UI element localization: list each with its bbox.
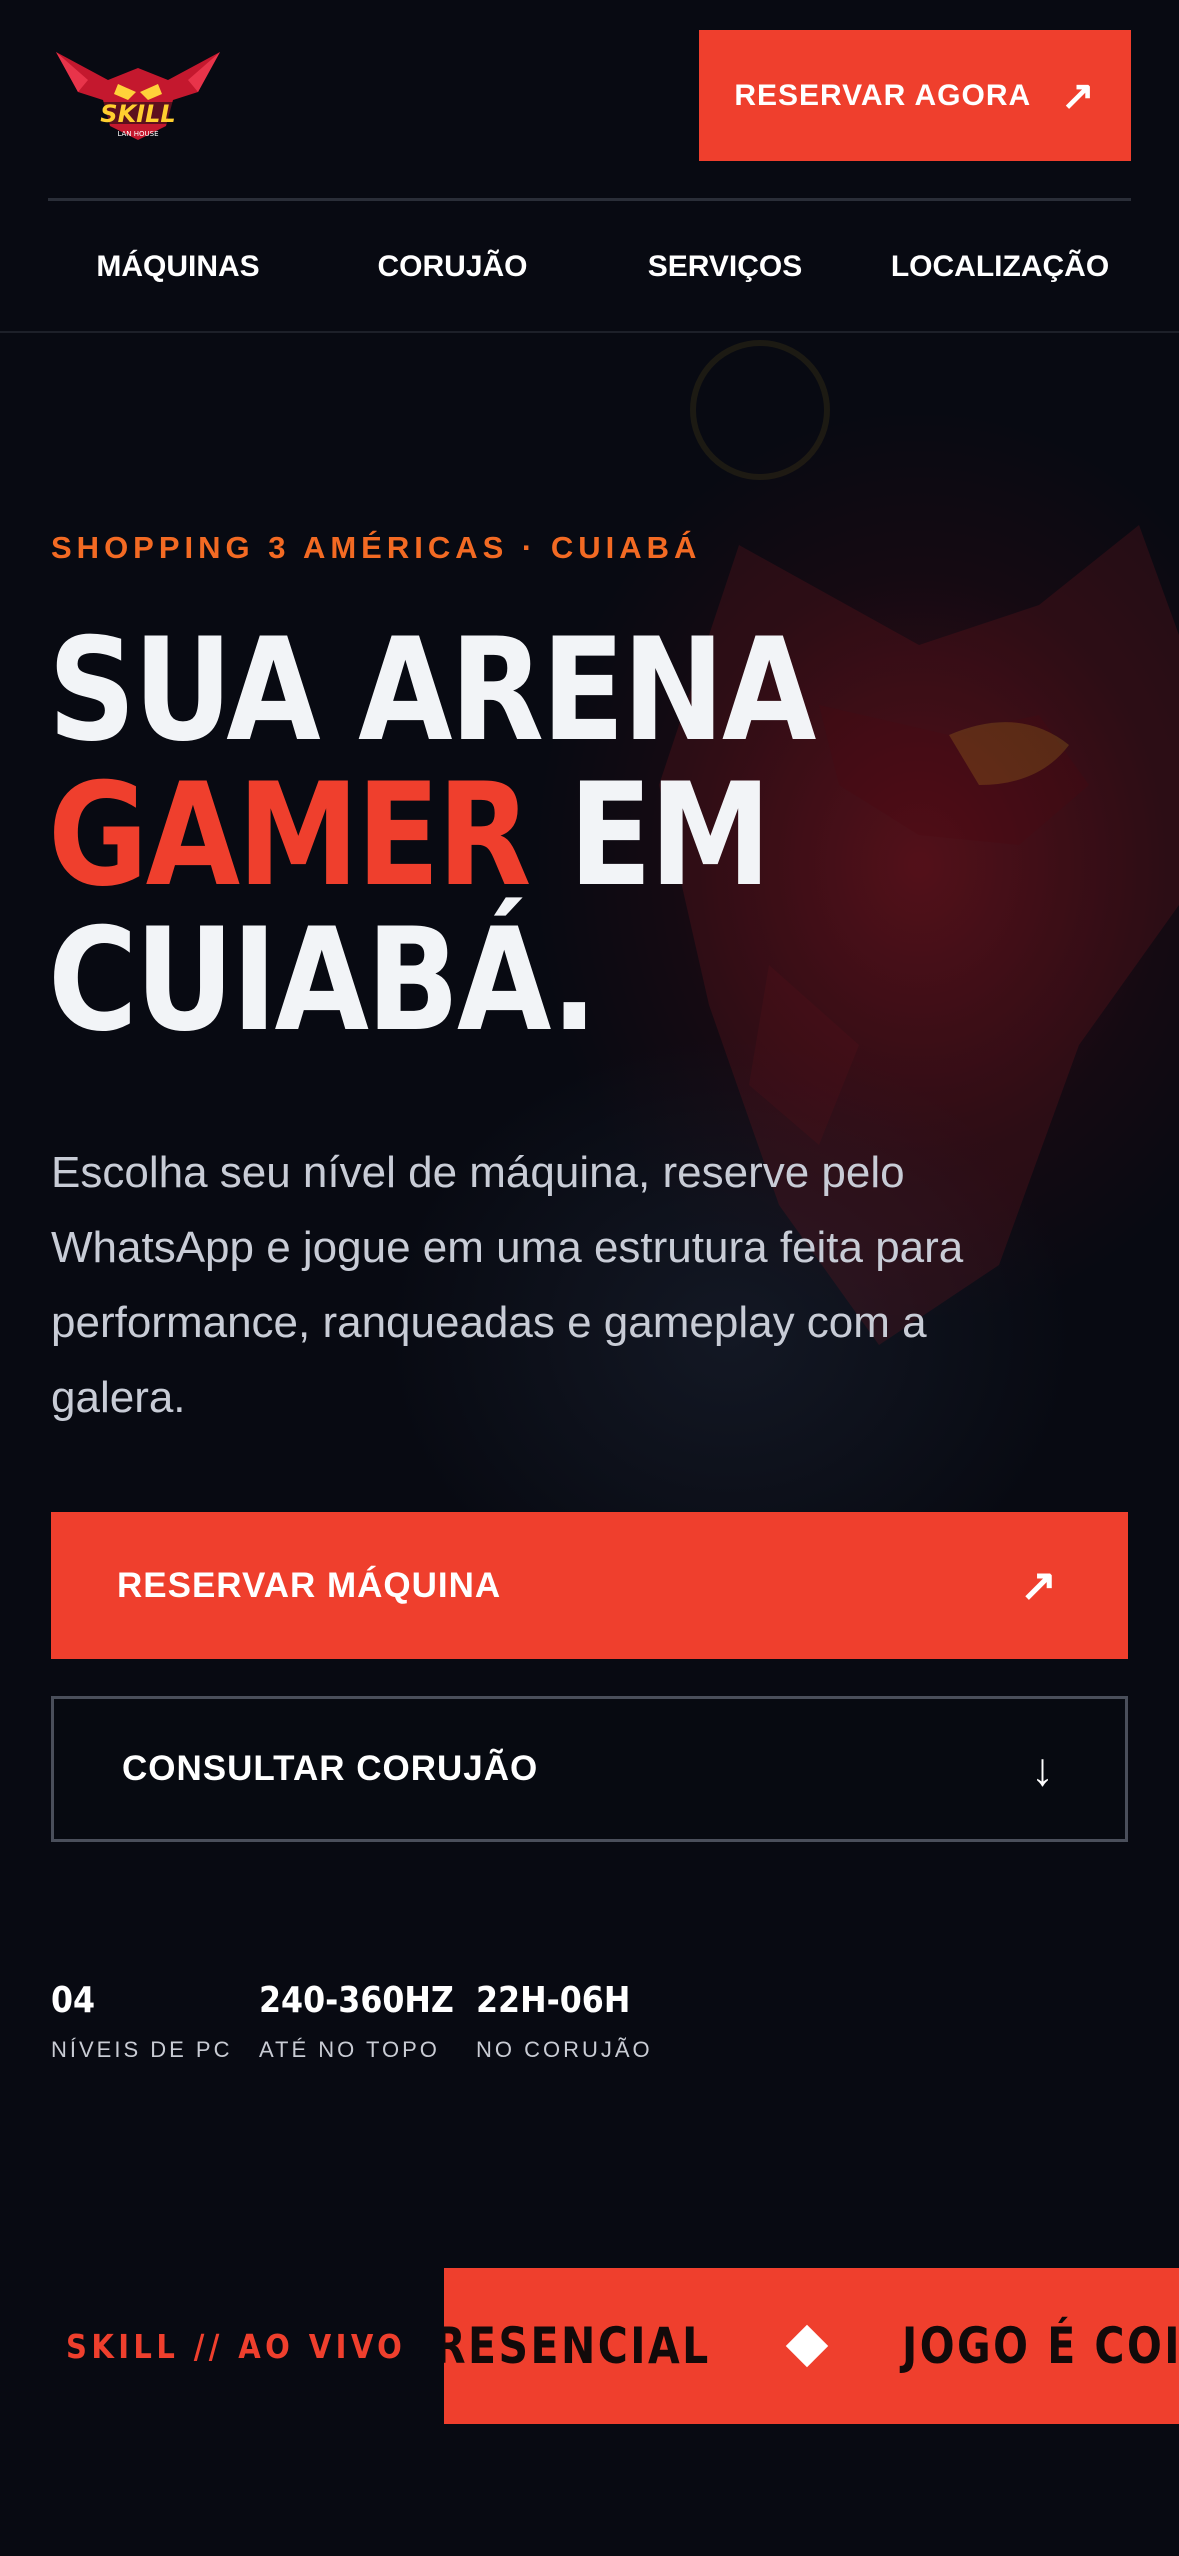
arrow-down-icon: ↓ [1031, 1743, 1055, 1795]
reserve-now-button[interactable]: RESERVAR AGORA ↗ [699, 30, 1131, 161]
main-nav: MÁQUINAS CORUJÃO SERVIÇOS LOCALIZAÇÃO [0, 201, 1179, 333]
stat-value: 22H-06H [476, 1980, 631, 2021]
stat-label: NO CORUJÃO [476, 2037, 653, 2062]
svg-text:LAN HOUSE: LAN HOUSE [117, 130, 158, 138]
headline-line-3: CUIABÁ. [48, 898, 598, 1063]
stat-label: ATÉ NO TOPO [259, 2037, 440, 2062]
ticker-band: RESENCIAL JOGO É COISA [444, 2268, 1179, 2424]
stat-label: NÍVEIS DE PC [51, 2037, 233, 2062]
hero-description: Escolha seu nível de máquina, reserve pe… [51, 1148, 964, 1422]
stat-pc-levels: 04 NÍVEIS DE PC [51, 1980, 232, 2063]
ticker-item: RESENCIAL [444, 2317, 711, 2375]
headline-line-1: SUA ARENA [48, 608, 816, 773]
check-corujao-button[interactable]: CONSULTAR CORUJÃO ↓ [51, 1696, 1128, 1842]
nav-item-corujao[interactable]: CORUJÃO [330, 201, 575, 333]
nav-item-servicos[interactable]: SERVIÇOS [600, 201, 850, 333]
stat-value: 240-360HZ [259, 1980, 454, 2021]
nav-item-maquinas[interactable]: MÁQUINAS [48, 201, 308, 333]
hero-headline: SUA ARENA GAMER EM CUIABÁ. [48, 618, 908, 1053]
arrow-up-right-icon: ↗ [1061, 73, 1096, 118]
diamond-icon [785, 2324, 828, 2368]
skill-logo[interactable]: SKILL LAN HOUSE [48, 40, 228, 150]
reserve-now-label: RESERVAR AGORA [734, 78, 1032, 112]
background-badge [690, 340, 830, 480]
check-corujao-label: CONSULTAR CORUJÃO [122, 1749, 539, 1788]
headline-line-2-rest: EM [528, 753, 771, 918]
ticker-item: JOGO É COISA [901, 2317, 1179, 2375]
stat-value: 04 [51, 1980, 96, 2021]
arrow-up-right-icon: ↗ [1020, 1561, 1058, 1610]
headline-accent: GAMER [48, 753, 531, 918]
stat-refresh-rate: 240-360HZ ATÉ NO TOPO [259, 1980, 480, 2063]
live-ticker: SKILL // AO VIVO RESENCIAL JOGO É COISA [0, 2268, 1179, 2424]
reserve-machine-button[interactable]: RESERVAR MÁQUINA ↗ [51, 1512, 1128, 1659]
nav-item-localizacao[interactable]: LOCALIZAÇÃO [870, 201, 1130, 333]
hero-kicker: SHOPPING 3 AMÉRICAS · CUIABÁ [51, 530, 702, 565]
header: SKILL LAN HOUSE RESERVAR AGORA ↗ [0, 0, 1179, 198]
owl-logo-icon: SKILL LAN HOUSE [56, 52, 220, 140]
headline-line-2: GAMER EM [48, 763, 908, 908]
stat-corujao-hours: 22H-06H NO CORUJÃO [476, 1980, 653, 2063]
ticker-label: SKILL // AO VIVO [66, 2326, 407, 2366]
ticker-track: RESENCIAL JOGO É COISA [444, 2268, 1179, 2424]
svg-text:SKILL: SKILL [100, 100, 175, 128]
reserve-machine-label: RESERVAR MÁQUINA [117, 1565, 502, 1605]
